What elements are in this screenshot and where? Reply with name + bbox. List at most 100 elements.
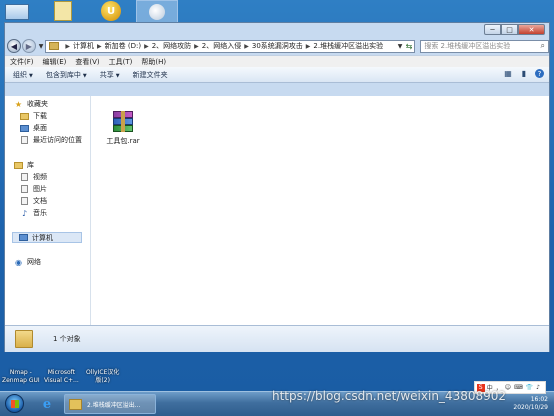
command-toolbar: 组织 ▼ 包含到库中 ▼ 共享 ▼ 新建文件夹 ▦ ▮ ? — [5, 67, 549, 83]
desktop-top-icons: U — [0, 0, 554, 24]
start-button[interactable] — [5, 394, 24, 413]
star-icon: ★ — [14, 99, 23, 109]
address-bar[interactable]: ▶ 计算机 ▶ 新加卷 (D:) ▶ 2、网络攻防 ▶ 2、网络入侵 ▶ 30系… — [45, 39, 416, 53]
menu-edit[interactable]: 编辑(E) — [43, 57, 67, 67]
menu-help[interactable]: 帮助(H) — [141, 57, 166, 67]
breadcrumb-current-folder[interactable]: 2.堆栈缓冲区溢出实验 — [313, 41, 383, 51]
recent-places-icon — [20, 136, 29, 144]
nav-pictures[interactable]: 图片 — [20, 184, 47, 194]
nav-recent-label: 最近访问的位置 — [33, 136, 82, 144]
nav-computer-label: 计算机 — [32, 233, 53, 242]
main-area: ★ 收藏夹 下载 桌面 最近访问的位置 库 视频 图片 文档 ♪ 音乐 计算机 … — [5, 96, 549, 325]
details-pane: 1 个对象 — [5, 325, 549, 352]
organize-button[interactable]: 组织 ▼ — [13, 70, 33, 80]
forward-button[interactable]: ▶ — [21, 39, 36, 53]
preview-pane-icon[interactable]: ▮ — [519, 69, 529, 78]
nav-recent-places[interactable]: 最近访问的位置 — [20, 135, 82, 145]
search-icon[interactable]: ⌕ — [541, 41, 545, 51]
document-shortcut-icon[interactable] — [54, 1, 72, 21]
menu-tools[interactable]: 工具(T) — [109, 57, 133, 67]
maximize-button[interactable]: □ — [501, 24, 518, 35]
minimize-button[interactable]: ─ — [484, 24, 501, 35]
breadcrumb-separator-icon[interactable]: ▶ — [194, 43, 199, 50]
nav-documents-label: 文档 — [33, 197, 47, 205]
clock[interactable]: 16:02 2020/10/29 — [513, 396, 548, 412]
nav-libraries[interactable]: 库 — [14, 160, 34, 170]
watermark-text: https://blog.csdn.net/weixin_43808902 — [272, 389, 507, 403]
breadcrumb-drive-d[interactable]: 新加卷 (D:) — [105, 41, 141, 51]
visual-cpp-shortcut-label[interactable]: Microsoft Visual C+... — [44, 369, 79, 385]
back-button[interactable]: ◀ — [7, 39, 21, 53]
nav-desktop[interactable]: 桌面 — [20, 123, 47, 133]
menu-view[interactable]: 查看(V) — [75, 57, 99, 67]
breadcrumb-network-attack-defense[interactable]: 2、网络攻防 — [152, 41, 191, 51]
ultraedit-shortcut-icon[interactable]: U — [101, 1, 121, 21]
nav-documents[interactable]: 文档 — [20, 196, 47, 206]
breadcrumb-separator-icon[interactable]: ▶ — [97, 43, 102, 50]
internet-explorer-icon: e — [42, 396, 52, 412]
breadcrumb-computer[interactable]: 计算机 — [73, 41, 94, 51]
folder-icon — [49, 42, 60, 50]
nmap-shortcut-label[interactable]: Nmap - Zenmap GUI — [2, 369, 40, 385]
desktop-bottom-icons: Nmap - Zenmap GUI Microsoft Visual C+...… — [0, 363, 554, 391]
nav-music[interactable]: ♪ 音乐 — [20, 208, 47, 218]
nav-downloads-label: 下载 — [33, 112, 47, 120]
ime-sound-icon[interactable]: ♪ — [536, 384, 540, 391]
close-button[interactable]: ✕ — [518, 24, 545, 35]
explorer-window: ─ □ ✕ ◀ ▶ ▼ ▶ 计算机 ▶ 新加卷 (D:) ▶ 2、网络攻防 ▶ … — [4, 22, 550, 352]
address-row: ◀ ▶ ▼ ▶ 计算机 ▶ 新加卷 (D:) ▶ 2、网络攻防 ▶ 2、网络入侵… — [5, 37, 549, 55]
breadcrumb-network-intrusion[interactable]: 2、网络入侵 — [202, 41, 241, 51]
libraries-icon — [14, 161, 23, 169]
internet-explorer-button[interactable]: e — [36, 394, 58, 414]
include-in-library-label: 包含到库中 — [45, 70, 81, 79]
nav-videos[interactable]: 视频 — [20, 172, 47, 182]
search-input[interactable]: 搜索 2.堆栈缓冲区溢出实验 ⌕ — [420, 39, 549, 53]
nav-music-label: 音乐 — [33, 209, 47, 217]
file-list: 工具包.rar — [91, 96, 549, 325]
music-note-icon: ♪ — [21, 208, 28, 218]
nav-downloads[interactable]: 下载 — [20, 111, 47, 121]
pictures-icon — [20, 185, 29, 193]
include-in-library-button[interactable]: 包含到库中 ▼ — [46, 70, 87, 80]
folder-icon — [69, 398, 82, 410]
help-icon[interactable]: ? — [535, 69, 544, 78]
folder-large-icon — [15, 330, 33, 348]
nav-network[interactable]: ◉ 网络 — [14, 257, 41, 267]
menu-bar: 文件(F) 编辑(E) 查看(V) 工具(T) 帮助(H) — [5, 55, 549, 67]
nav-computer[interactable]: 计算机 — [12, 232, 82, 243]
breadcrumb-separator-icon[interactable]: ▶ — [65, 43, 70, 50]
desktop-folder-icon — [20, 124, 29, 132]
explorer-taskbar-button[interactable]: 2.堆栈缓冲区溢出... — [64, 394, 156, 414]
chevron-down-icon: ▼ — [115, 72, 120, 79]
ime-keyboard-icon[interactable]: ⌨ — [514, 384, 523, 391]
address-dropdown-icon[interactable]: ▼ — [398, 43, 403, 50]
ime-skin-icon[interactable]: 👕 — [526, 384, 533, 391]
organize-label: 组织 — [13, 70, 27, 79]
item-count: 1 个对象 — [53, 335, 81, 343]
breadcrumb-separator-icon[interactable]: ▶ — [306, 43, 311, 50]
navigation-pane: ★ 收藏夹 下载 桌面 最近访问的位置 库 视频 图片 文档 ♪ 音乐 计算机 … — [5, 96, 91, 325]
computer-icon — [19, 234, 28, 242]
file-name: 工具包.rar — [106, 137, 140, 145]
change-view-icon[interactable]: ▦ — [503, 69, 513, 78]
refresh-icon[interactable]: ⇆ — [406, 42, 413, 51]
computer-shortcut-icon[interactable] — [5, 4, 29, 20]
share-label: 共享 — [99, 70, 114, 79]
selected-shortcut-icon[interactable] — [136, 0, 178, 24]
clock-time: 16:02 — [530, 396, 548, 403]
ollyice-shortcut-label[interactable]: OllyICE汉化 版(2) — [86, 369, 119, 385]
nav-desktop-label: 桌面 — [33, 124, 47, 132]
menu-file[interactable]: 文件(F) — [10, 57, 34, 67]
nav-pictures-label: 图片 — [33, 185, 47, 193]
videos-icon — [20, 173, 29, 181]
breadcrumb-system-vuln[interactable]: 30系统漏洞攻击 — [252, 41, 303, 51]
file-item[interactable]: 工具包.rar — [103, 111, 143, 146]
title-bar[interactable]: ─ □ ✕ — [5, 23, 549, 37]
breadcrumb-separator-icon[interactable]: ▶ — [144, 43, 149, 50]
downloads-folder-icon — [20, 112, 29, 120]
nav-favorites[interactable]: ★ 收藏夹 — [14, 99, 48, 109]
breadcrumb-separator-icon[interactable]: ▶ — [244, 43, 249, 50]
recent-pages-dropdown-icon[interactable]: ▼ — [39, 43, 44, 50]
share-button[interactable]: 共享 ▼ — [100, 70, 120, 80]
new-folder-button[interactable]: 新建文件夹 — [133, 70, 168, 80]
